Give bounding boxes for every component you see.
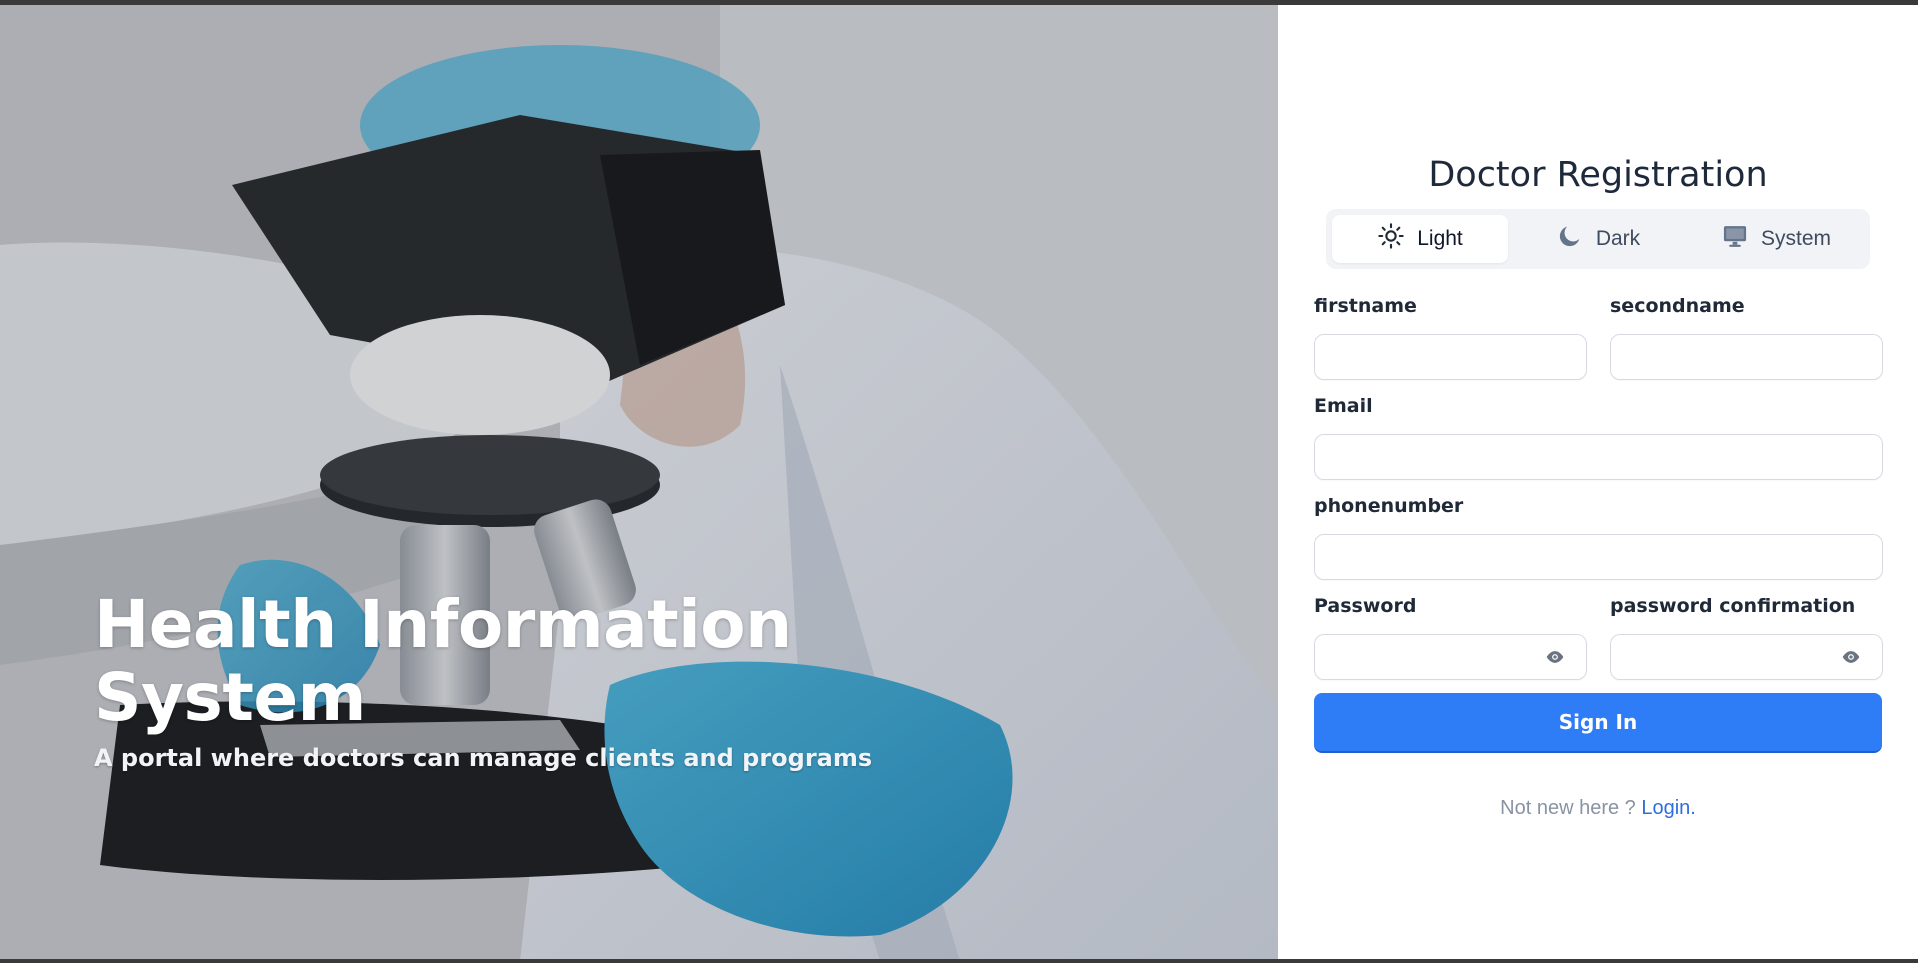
- theme-option-system[interactable]: System: [1688, 215, 1864, 263]
- sign-in-button[interactable]: Sign In: [1314, 693, 1882, 753]
- window-bottom-border: [0, 959, 1918, 963]
- email-label: Email: [1314, 395, 1373, 417]
- firstname-field[interactable]: [1314, 334, 1587, 380]
- phonenumber-field[interactable]: [1314, 534, 1883, 580]
- secondname-field[interactable]: [1610, 334, 1883, 380]
- theme-option-label: Dark: [1595, 227, 1641, 250]
- hero-title: Health Information System: [94, 586, 792, 736]
- password-label: Password: [1314, 595, 1417, 617]
- email-field[interactable]: [1314, 434, 1883, 480]
- theme-option-light[interactable]: Light: [1332, 215, 1508, 263]
- monitor-icon: [1721, 222, 1749, 256]
- login-link[interactable]: Login.: [1641, 797, 1696, 819]
- moon-icon: [1556, 222, 1584, 256]
- show-password-eye-icon[interactable]: [1541, 643, 1569, 671]
- phonenumber-label: phonenumber: [1314, 495, 1464, 517]
- theme-option-label: System: [1760, 227, 1831, 250]
- hero-text-block: Health Information System A portal where…: [94, 588, 872, 772]
- password-confirmation-label: password confirmation: [1610, 595, 1856, 617]
- firstname-label: firstname: [1314, 295, 1417, 317]
- lab-scientist-image: [0, 5, 1278, 961]
- footer-text: Not new here ?: [1500, 797, 1636, 819]
- theme-option-label: Light: [1417, 227, 1463, 250]
- show-password-confirmation-eye-icon[interactable]: [1837, 643, 1865, 671]
- footer-note: Not new here ? Login.: [1278, 797, 1918, 820]
- theme-switcher: Light Dark System: [1326, 209, 1870, 269]
- theme-option-dark[interactable]: Dark: [1510, 215, 1686, 263]
- hero-subtitle: A portal where doctors can manage client…: [94, 744, 873, 772]
- hero-panel: Health Information System A portal where…: [0, 5, 1278, 961]
- secondname-label: secondname: [1610, 295, 1745, 317]
- registration-panel: Doctor Registration Light Dark System fi…: [1278, 5, 1918, 959]
- page-title: Doctor Registration: [1428, 155, 1768, 195]
- sun-icon: [1377, 222, 1405, 256]
